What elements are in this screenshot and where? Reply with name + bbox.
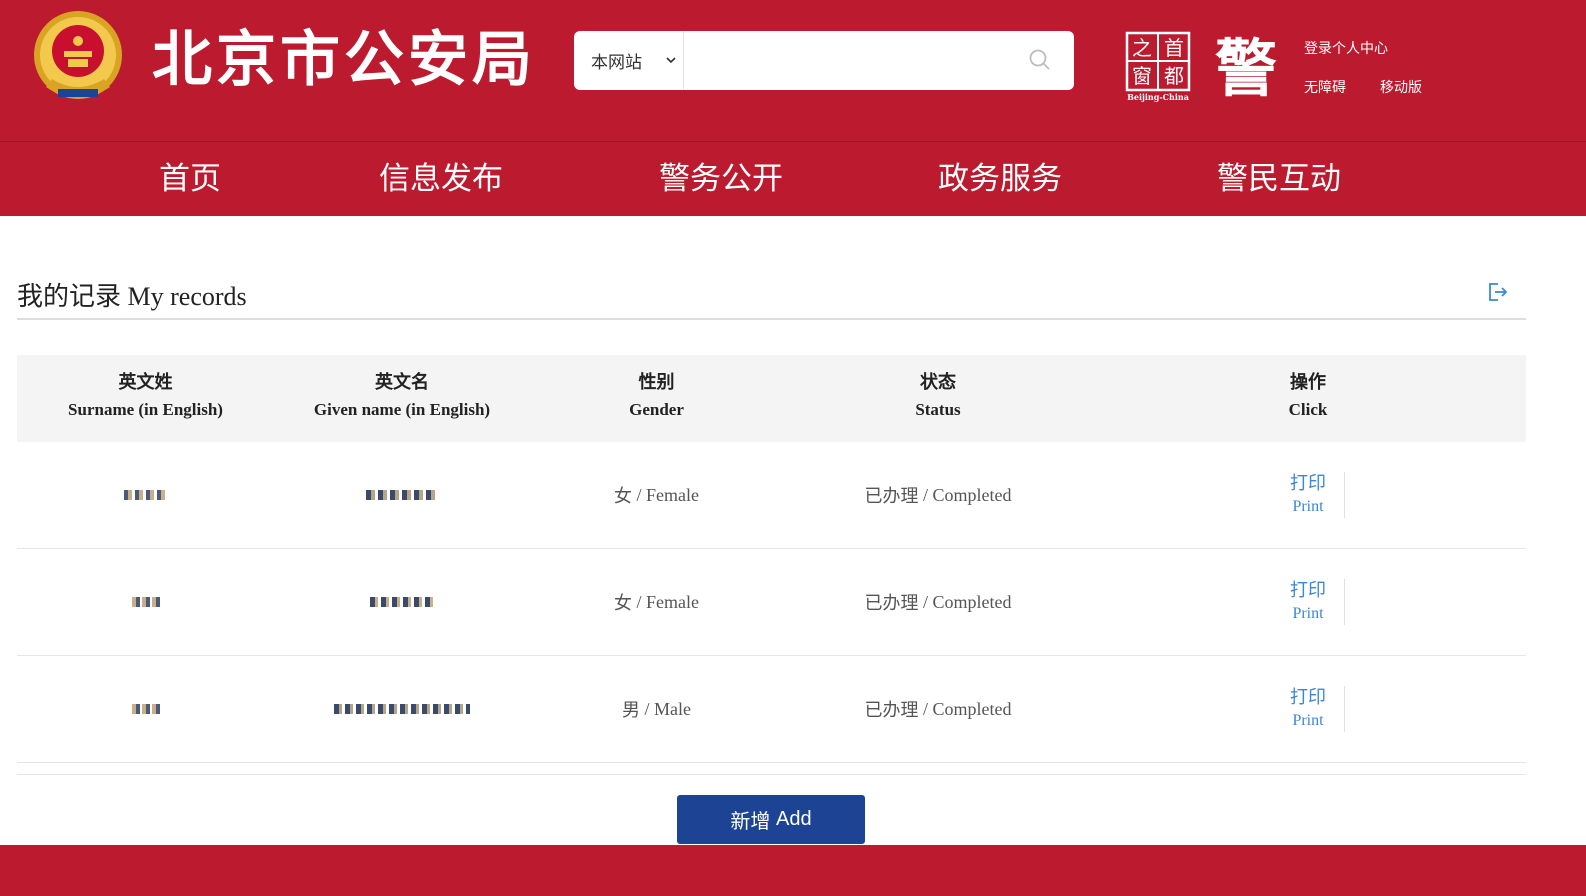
column-header-label-cn: 操作 bbox=[1290, 372, 1326, 393]
print-label-cn: 打印 bbox=[1290, 580, 1326, 601]
nav-item-police-interaction[interactable]: 警民互动 bbox=[1217, 142, 1341, 217]
status-cn: 已办理 bbox=[864, 593, 919, 614]
column-header-label-en: Gender bbox=[629, 400, 684, 419]
site-title: 北京市公安局 bbox=[152, 25, 536, 95]
capital-seal-char: 之 bbox=[1132, 36, 1152, 60]
gender-cell: 男 / Male bbox=[530, 656, 783, 762]
logout-icon[interactable] bbox=[1485, 280, 1509, 304]
page-title-cn: 我的记录 bbox=[17, 282, 122, 312]
column-header-label-en: Given name (in English) bbox=[313, 400, 491, 419]
page-title: 我的记录 My records bbox=[17, 276, 247, 313]
action-divider bbox=[1344, 686, 1345, 732]
given-name-cell bbox=[274, 442, 530, 548]
nav-item-government-services[interactable]: 政务服务 bbox=[938, 142, 1062, 217]
add-record-button[interactable]: 新增 Add bbox=[677, 795, 865, 844]
search-input[interactable] bbox=[685, 31, 1015, 90]
table-row: 女 / Female 已办理 / Completed 打印 Print bbox=[17, 549, 1526, 656]
masked-given-name bbox=[370, 597, 434, 607]
police-emblem-icon[interactable] bbox=[28, 9, 128, 109]
add-button-label-en: Add bbox=[775, 808, 812, 830]
site-footer bbox=[0, 845, 1586, 896]
column-header-label-cn: 状态 bbox=[920, 372, 956, 393]
masked-surname bbox=[131, 597, 160, 607]
nav-item-info-release[interactable]: 信息发布 bbox=[379, 142, 503, 217]
search-scope-label: 本网站 bbox=[591, 53, 642, 73]
title-divider bbox=[17, 318, 1526, 320]
search-scope-select[interactable]: 本网站 bbox=[574, 31, 684, 90]
print-label-en: Print bbox=[1292, 712, 1324, 729]
chevron-down-icon bbox=[666, 57, 676, 64]
gender-cn: 女 bbox=[614, 593, 632, 614]
gender-cell: 女 / Female bbox=[530, 549, 783, 655]
print-button[interactable]: 打印 Print bbox=[1273, 472, 1343, 518]
surname-cell bbox=[17, 442, 274, 548]
police-logo[interactable]: 警 bbox=[1208, 32, 1284, 98]
column-header-label-en: Surname (in English) bbox=[68, 400, 223, 419]
table-header: 英文姓 Surname (in English) 英文名 Given name … bbox=[17, 355, 1526, 442]
accessibility-link[interactable]: 无障碍 bbox=[1304, 77, 1346, 97]
status-cn: 已办理 bbox=[864, 486, 919, 507]
search-box: 本网站 bbox=[574, 31, 1074, 90]
status-en: Completed bbox=[932, 698, 1012, 719]
masked-surname bbox=[131, 704, 160, 714]
search-icon[interactable] bbox=[1028, 48, 1052, 72]
print-button[interactable]: 打印 Print bbox=[1273, 686, 1343, 732]
surname-cell bbox=[17, 656, 274, 762]
table-bottom-divider bbox=[17, 774, 1526, 775]
column-header-surname: 英文姓 Surname (in English) bbox=[17, 355, 274, 442]
status-cell: 已办理 / Completed bbox=[783, 442, 1093, 548]
masked-surname bbox=[123, 490, 168, 500]
login-personal-center-link[interactable]: 登录个人中心 bbox=[1304, 38, 1388, 58]
nav-item-home[interactable]: 首页 bbox=[159, 142, 221, 217]
mobile-version-link[interactable]: 移动版 bbox=[1380, 77, 1422, 97]
column-header-gender: 性别 Gender bbox=[530, 355, 783, 442]
masked-given-name bbox=[334, 704, 470, 714]
column-header-label-cn: 性别 bbox=[638, 372, 675, 393]
surname-cell bbox=[17, 549, 274, 655]
column-header-label-cn: 英文名 bbox=[375, 372, 429, 393]
capital-window-logo[interactable]: Beijing-China 之首窗都 bbox=[1125, 31, 1191, 102]
column-header-action: 操作 Click bbox=[1213, 355, 1403, 442]
capital-seal-caption: Beijing-China bbox=[1127, 92, 1189, 102]
print-label-en: Print bbox=[1292, 498, 1324, 515]
column-header-label-cn: 英文姓 bbox=[118, 372, 173, 393]
table-row: 女 / Female 已办理 / Completed 打印 Print bbox=[17, 442, 1526, 549]
action-divider bbox=[1344, 472, 1345, 518]
nav-item-police-affairs[interactable]: 警务公开 bbox=[659, 142, 783, 217]
police-logo-text: 警 bbox=[1215, 32, 1277, 98]
given-name-cell bbox=[274, 549, 530, 655]
given-name-cell bbox=[274, 656, 530, 762]
gender-en: Female bbox=[646, 591, 699, 612]
gender-cn: 男 bbox=[622, 700, 640, 721]
column-header-label-en: Click bbox=[1288, 400, 1328, 419]
action-divider bbox=[1344, 579, 1345, 625]
records-table: 英文姓 Surname (in English) 英文名 Given name … bbox=[17, 355, 1526, 763]
column-header-status: 状态 Status bbox=[783, 355, 1093, 442]
print-button[interactable]: 打印 Print bbox=[1273, 579, 1343, 625]
status-en: Completed bbox=[932, 484, 1012, 505]
column-header-label-en: Status bbox=[915, 400, 961, 419]
print-label-cn: 打印 bbox=[1290, 687, 1326, 708]
capital-seal-char: 都 bbox=[1164, 64, 1184, 88]
page-title-en: My records bbox=[127, 282, 247, 311]
capital-seal-char: 首 bbox=[1164, 36, 1184, 60]
status-cn: 已办理 bbox=[864, 700, 919, 721]
main-nav: 首页 信息发布 警务公开 政务服务 警民互动 bbox=[0, 141, 1586, 216]
gender-en: Male bbox=[654, 698, 691, 719]
print-label-en: Print bbox=[1292, 605, 1324, 622]
gender-cn: 女 bbox=[614, 486, 632, 507]
print-label-cn: 打印 bbox=[1290, 473, 1326, 494]
status-cell: 已办理 / Completed bbox=[783, 656, 1093, 762]
table-row: 男 / Male 已办理 / Completed 打印 Print bbox=[17, 656, 1526, 763]
gender-cell: 女 / Female bbox=[530, 442, 783, 548]
masked-given-name bbox=[366, 490, 438, 500]
site-header: 北京市公安局 本网站 Beijing-China 之首窗都 警 登录个人中心 无… bbox=[0, 0, 1586, 141]
gender-en: Female bbox=[646, 484, 699, 505]
status-en: Completed bbox=[932, 591, 1012, 612]
column-header-given-name: 英文名 Given name (in English) bbox=[274, 355, 530, 442]
capital-seal-char: 窗 bbox=[1132, 64, 1152, 88]
status-cell: 已办理 / Completed bbox=[783, 549, 1093, 655]
add-button-label-cn: 新增 bbox=[730, 809, 771, 833]
